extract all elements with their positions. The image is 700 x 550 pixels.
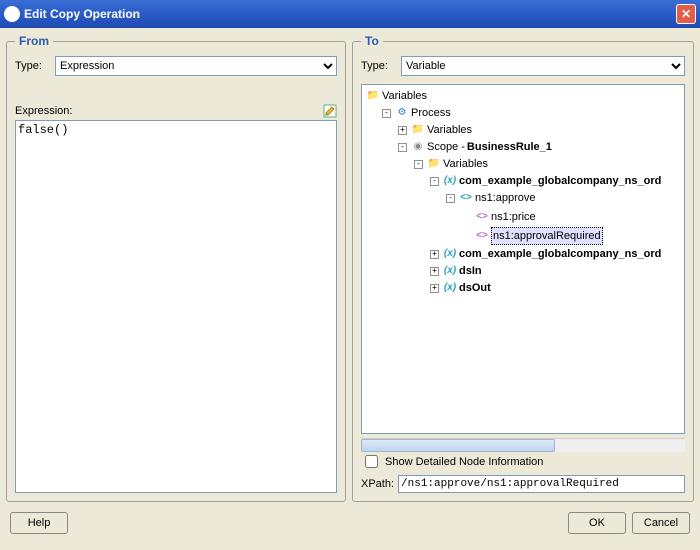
- tree-scope-variables[interactable]: - 📁 Variables: [414, 156, 488, 172]
- tree-dsout[interactable]: + (x) dsOut: [430, 280, 491, 296]
- expander-icon[interactable]: +: [430, 250, 439, 259]
- expander-icon[interactable]: -: [414, 160, 423, 169]
- expander-icon[interactable]: -: [398, 143, 407, 152]
- window-title: Edit Copy Operation: [24, 7, 676, 21]
- tree-process-variables[interactable]: + 📁 Variables: [398, 122, 472, 138]
- tree-root[interactable]: 📁 Variables: [366, 88, 427, 104]
- folder-icon: 📁: [427, 157, 441, 171]
- variable-icon: (x): [443, 247, 457, 261]
- to-type-select[interactable]: Variable: [401, 56, 685, 76]
- scope-icon: ◉: [411, 140, 425, 154]
- tree-scrollbar[interactable]: [361, 438, 685, 452]
- variable-icon: (x): [443, 281, 457, 295]
- element-icon: <>: [475, 229, 489, 243]
- to-panel: To Type: Variable 📁 Variables: [352, 34, 694, 502]
- close-button[interactable]: ✕: [676, 4, 696, 24]
- from-legend: From: [15, 34, 53, 48]
- expander-icon[interactable]: +: [430, 284, 439, 293]
- close-icon: ✕: [681, 7, 691, 21]
- process-icon: ⚙: [395, 106, 409, 120]
- element-icon: <>: [475, 210, 489, 224]
- from-panel: From Type: Expression Expression: false(…: [6, 34, 346, 502]
- help-button[interactable]: Help: [10, 512, 68, 534]
- from-type-select[interactable]: Expression: [55, 56, 337, 76]
- ok-button[interactable]: OK: [568, 512, 626, 534]
- expression-label: Expression:: [15, 105, 72, 117]
- tree-scope[interactable]: - ◉ Scope - BusinessRule_1: [398, 139, 552, 155]
- app-icon: [4, 6, 20, 22]
- xpath-label: XPath:: [361, 478, 394, 490]
- expander-icon[interactable]: -: [430, 177, 439, 186]
- from-type-label: Type:: [15, 60, 51, 72]
- dialog-content: From Type: Expression Expression: false(…: [0, 28, 700, 508]
- variable-tree[interactable]: 📁 Variables - ⚙ Process: [361, 84, 685, 434]
- tree-price[interactable]: <> ns1:price: [462, 209, 536, 225]
- variable-icon: (x): [443, 174, 457, 188]
- tree-dsin[interactable]: + (x) dsIn: [430, 263, 482, 279]
- tree-var-2[interactable]: + (x) com_example_globalcompany_ns_ord: [430, 246, 661, 262]
- to-legend: To: [361, 34, 383, 48]
- variable-icon: (x): [443, 264, 457, 278]
- tree-process[interactable]: - ⚙ Process: [382, 105, 451, 121]
- expander-icon[interactable]: +: [398, 126, 407, 135]
- element-icon: <>: [459, 191, 473, 205]
- dialog-footer: Help OK Cancel: [0, 508, 700, 542]
- titlebar: Edit Copy Operation ✕: [0, 0, 700, 28]
- scrollbar-thumb[interactable]: [361, 439, 555, 452]
- to-type-label: Type:: [361, 60, 397, 72]
- edit-icon[interactable]: [323, 104, 337, 118]
- expression-textarea[interactable]: false(): [15, 120, 337, 493]
- tree-approval-required[interactable]: <> ns1:approvalRequired: [462, 227, 603, 245]
- show-detailed-label: Show Detailed Node Information: [385, 456, 543, 468]
- cancel-button[interactable]: Cancel: [632, 512, 690, 534]
- folder-icon: 📁: [366, 89, 380, 103]
- xpath-input[interactable]: [398, 475, 685, 493]
- tree-var-1[interactable]: - (x) com_example_globalcompany_ns_ord: [430, 173, 661, 189]
- folder-icon: 📁: [411, 123, 425, 137]
- show-detailed-checkbox[interactable]: [365, 455, 378, 468]
- expander-icon[interactable]: +: [430, 267, 439, 276]
- expander-icon[interactable]: -: [382, 109, 391, 118]
- expander-icon[interactable]: -: [446, 194, 455, 203]
- tree-approve[interactable]: - <> ns1:approve: [446, 190, 536, 206]
